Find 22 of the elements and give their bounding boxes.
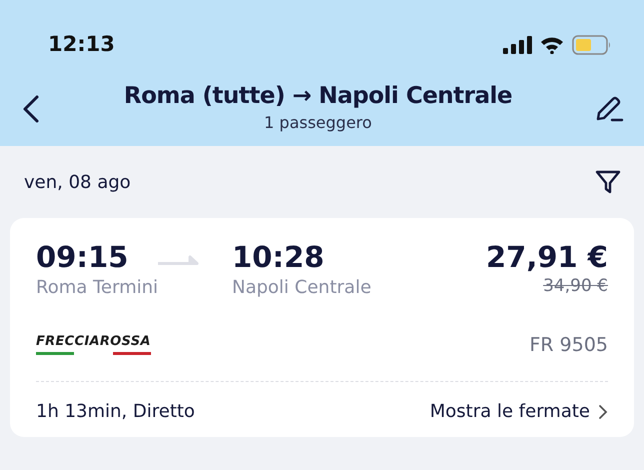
arrival-time: 10:28 — [232, 242, 326, 274]
filter-button[interactable] — [594, 168, 622, 196]
journey-duration: 1h 13min, Diretto — [36, 400, 195, 424]
operator-logo: FRECCIAROSSA — [36, 335, 151, 355]
signal-icon — [503, 36, 532, 54]
departure-station: Roma Termini — [36, 276, 160, 300]
train-result-card[interactable]: 09:15 10:28 Roma Termini Napoli Centrale 27,91 € 34,90 € FRECCIAROSSA FR 9505 1h 13min, Diretto Mostra le fermate — [10, 218, 634, 438]
price: 27,91 € — [486, 242, 608, 274]
status-time: 12:13 — [48, 31, 115, 58]
train-number: FR 9505 — [529, 332, 608, 358]
edit-button[interactable] — [594, 94, 624, 124]
travel-date: ven, 08 ago — [24, 170, 131, 194]
battery-icon — [572, 35, 612, 55]
arrival-station: Napoli Centrale — [232, 276, 372, 300]
original-price: 34,90 € — [542, 274, 608, 298]
route-title: Roma (tutte) → Napoli Centrale — [124, 83, 512, 111]
passenger-count: 1 passeggero — [263, 112, 373, 134]
show-stops-link[interactable]: Mostra le fermate — [430, 398, 608, 426]
departure-time: 09:15 — [36, 242, 130, 274]
wifi-icon — [540, 36, 564, 54]
chevron-right-icon — [598, 404, 608, 420]
arrow-icon — [157, 254, 199, 265]
